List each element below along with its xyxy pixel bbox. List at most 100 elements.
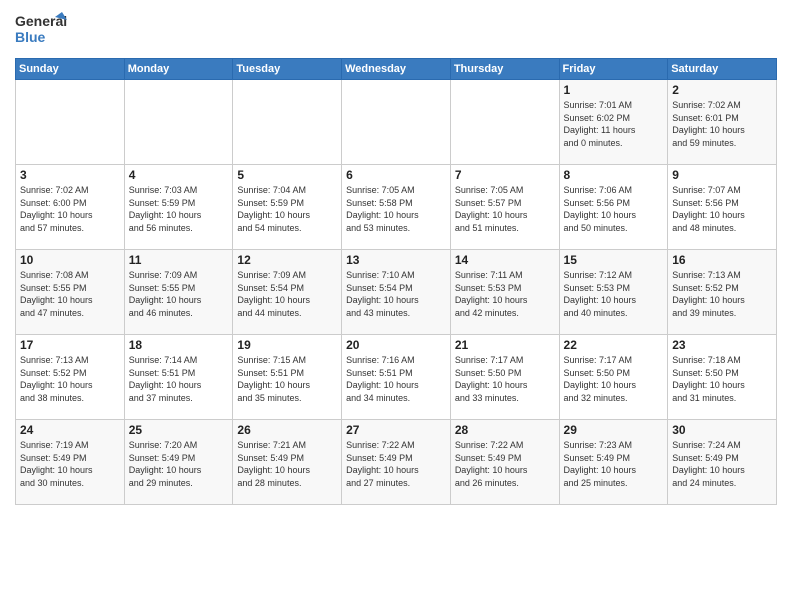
calendar-cell <box>450 80 559 165</box>
day-info: Sunrise: 7:09 AM Sunset: 5:54 PM Dayligh… <box>237 269 337 319</box>
day-number: 27 <box>346 423 446 437</box>
svg-text:Blue: Blue <box>15 29 46 45</box>
calendar-cell: 24Sunrise: 7:19 AM Sunset: 5:49 PM Dayli… <box>16 420 125 505</box>
calendar-week-1: 3 Sunrise: 7:02 AM Sunset: 6:00 PM Daylig… <box>16 165 777 250</box>
calendar-cell: 26Sunrise: 7:21 AM Sunset: 5:49 PM Dayli… <box>233 420 342 505</box>
calendar-cell <box>124 80 233 165</box>
calendar-cell: 8 Sunrise: 7:06 AM Sunset: 5:56 PM Daylig… <box>559 165 668 250</box>
day-number: 22 <box>564 338 664 352</box>
day-number: 13 <box>346 253 446 267</box>
day-info: Sunrise: 7:20 AM Sunset: 5:49 PM Dayligh… <box>129 439 229 489</box>
calendar-cell: 29 Sunrise: 7:23 AM Sunset: 5:49 PM Dayli… <box>559 420 668 505</box>
logo-svg: GeneralBlue <box>15 10 70 50</box>
page: GeneralBlue SundayMondayTuesdayWednesday… <box>0 0 792 612</box>
day-number: 15 <box>564 253 664 267</box>
logo: GeneralBlue <box>15 10 70 50</box>
day-info: Sunrise: 7:05 AM Sunset: 5:57 PM Dayligh… <box>455 184 555 234</box>
day-info: Sunrise: 7:10 AM Sunset: 5:54 PM Dayligh… <box>346 269 446 319</box>
day-info: Sunrise: 7:02 AM Sunset: 6:00 PM Dayligh… <box>20 184 120 234</box>
day-info: Sunrise: 7:07 AM Sunset: 5:56 PM Dayligh… <box>672 184 772 234</box>
day-number: 12 <box>237 253 337 267</box>
day-number: 16 <box>672 253 772 267</box>
day-info: Sunrise: 7:03 AM Sunset: 5:59 PM Dayligh… <box>129 184 229 234</box>
day-number: 21 <box>455 338 555 352</box>
day-info: Sunrise: 7:17 AM Sunset: 5:50 PM Dayligh… <box>455 354 555 404</box>
calendar-cell: 13 Sunrise: 7:10 AM Sunset: 5:54 PM Dayli… <box>342 250 451 335</box>
calendar-cell: 2Sunrise: 7:02 AM Sunset: 6:01 PM Daylig… <box>668 80 777 165</box>
day-number: 5 <box>237 168 337 182</box>
day-number: 8 <box>564 168 664 182</box>
day-info: Sunrise: 7:06 AM Sunset: 5:56 PM Dayligh… <box>564 184 664 234</box>
calendar-cell: 30 Sunrise: 7:24 AM Sunset: 5:49 PM Dayli… <box>668 420 777 505</box>
calendar-cell: 1 Sunrise: 7:01 AM Sunset: 6:02 PM Daylig… <box>559 80 668 165</box>
day-info: Sunrise: 7:08 AM Sunset: 5:55 PM Dayligh… <box>20 269 120 319</box>
calendar-cell: 15 Sunrise: 7:12 AM Sunset: 5:53 PM Dayli… <box>559 250 668 335</box>
day-info: Sunrise: 7:22 AM Sunset: 5:49 PM Dayligh… <box>455 439 555 489</box>
day-info: Sunrise: 7:02 AM Sunset: 6:01 PM Dayligh… <box>672 99 772 149</box>
calendar-cell: 16 Sunrise: 7:13 AM Sunset: 5:52 PM Dayli… <box>668 250 777 335</box>
day-info: Sunrise: 7:13 AM Sunset: 5:52 PM Dayligh… <box>672 269 772 319</box>
day-info: Sunrise: 7:14 AM Sunset: 5:51 PM Dayligh… <box>129 354 229 404</box>
day-number: 28 <box>455 423 555 437</box>
day-number: 1 <box>564 83 664 97</box>
day-number: 26 <box>237 423 337 437</box>
day-number: 23 <box>672 338 772 352</box>
day-info: Sunrise: 7:09 AM Sunset: 5:55 PM Dayligh… <box>129 269 229 319</box>
calendar-cell: 28 Sunrise: 7:22 AM Sunset: 5:49 PM Dayli… <box>450 420 559 505</box>
day-number: 24 <box>20 423 120 437</box>
calendar-cell: 23 Sunrise: 7:18 AM Sunset: 5:50 PM Dayli… <box>668 335 777 420</box>
calendar-week-0: 1 Sunrise: 7:01 AM Sunset: 6:02 PM Daylig… <box>16 80 777 165</box>
calendar-cell <box>342 80 451 165</box>
calendar-cell: 17Sunrise: 7:13 AM Sunset: 5:52 PM Dayli… <box>16 335 125 420</box>
calendar-cell: 9 Sunrise: 7:07 AM Sunset: 5:56 PM Daylig… <box>668 165 777 250</box>
calendar-week-3: 17Sunrise: 7:13 AM Sunset: 5:52 PM Dayli… <box>16 335 777 420</box>
day-number: 6 <box>346 168 446 182</box>
calendar-cell: 21 Sunrise: 7:17 AM Sunset: 5:50 PM Dayli… <box>450 335 559 420</box>
calendar-cell: 11 Sunrise: 7:09 AM Sunset: 5:55 PM Dayli… <box>124 250 233 335</box>
weekday-header-friday: Friday <box>559 59 668 80</box>
day-info: Sunrise: 7:05 AM Sunset: 5:58 PM Dayligh… <box>346 184 446 234</box>
day-info: Sunrise: 7:13 AM Sunset: 5:52 PM Dayligh… <box>20 354 120 404</box>
calendar-cell: 6 Sunrise: 7:05 AM Sunset: 5:58 PM Daylig… <box>342 165 451 250</box>
weekday-header-saturday: Saturday <box>668 59 777 80</box>
day-info: Sunrise: 7:04 AM Sunset: 5:59 PM Dayligh… <box>237 184 337 234</box>
day-number: 20 <box>346 338 446 352</box>
weekday-row: SundayMondayTuesdayWednesdayThursdayFrid… <box>16 59 777 80</box>
calendar-week-2: 10 Sunrise: 7:08 AM Sunset: 5:55 PM Dayli… <box>16 250 777 335</box>
day-info: Sunrise: 7:12 AM Sunset: 5:53 PM Dayligh… <box>564 269 664 319</box>
day-number: 11 <box>129 253 229 267</box>
day-info: Sunrise: 7:01 AM Sunset: 6:02 PM Dayligh… <box>564 99 664 149</box>
calendar-table: SundayMondayTuesdayWednesdayThursdayFrid… <box>15 58 777 505</box>
day-info: Sunrise: 7:22 AM Sunset: 5:49 PM Dayligh… <box>346 439 446 489</box>
calendar-cell: 27 Sunrise: 7:22 AM Sunset: 5:49 PM Dayli… <box>342 420 451 505</box>
day-number: 25 <box>129 423 229 437</box>
calendar-cell <box>233 80 342 165</box>
day-number: 10 <box>20 253 120 267</box>
header: GeneralBlue <box>15 10 777 50</box>
day-number: 9 <box>672 168 772 182</box>
day-info: Sunrise: 7:15 AM Sunset: 5:51 PM Dayligh… <box>237 354 337 404</box>
calendar-cell: 12 Sunrise: 7:09 AM Sunset: 5:54 PM Dayli… <box>233 250 342 335</box>
day-info: Sunrise: 7:17 AM Sunset: 5:50 PM Dayligh… <box>564 354 664 404</box>
day-number: 19 <box>237 338 337 352</box>
calendar-cell: 3 Sunrise: 7:02 AM Sunset: 6:00 PM Daylig… <box>16 165 125 250</box>
day-number: 14 <box>455 253 555 267</box>
weekday-header-thursday: Thursday <box>450 59 559 80</box>
calendar-week-4: 24Sunrise: 7:19 AM Sunset: 5:49 PM Dayli… <box>16 420 777 505</box>
calendar-cell: 4 Sunrise: 7:03 AM Sunset: 5:59 PM Daylig… <box>124 165 233 250</box>
day-number: 29 <box>564 423 664 437</box>
day-info: Sunrise: 7:18 AM Sunset: 5:50 PM Dayligh… <box>672 354 772 404</box>
calendar-cell: 19 Sunrise: 7:15 AM Sunset: 5:51 PM Dayli… <box>233 335 342 420</box>
day-info: Sunrise: 7:24 AM Sunset: 5:49 PM Dayligh… <box>672 439 772 489</box>
calendar-cell: 20Sunrise: 7:16 AM Sunset: 5:51 PM Dayli… <box>342 335 451 420</box>
day-number: 4 <box>129 168 229 182</box>
day-number: 30 <box>672 423 772 437</box>
calendar-cell: 7Sunrise: 7:05 AM Sunset: 5:57 PM Daylig… <box>450 165 559 250</box>
day-number: 3 <box>20 168 120 182</box>
calendar-cell: 14 Sunrise: 7:11 AM Sunset: 5:53 PM Dayli… <box>450 250 559 335</box>
weekday-header-monday: Monday <box>124 59 233 80</box>
weekday-header-sunday: Sunday <box>16 59 125 80</box>
calendar-cell: 10 Sunrise: 7:08 AM Sunset: 5:55 PM Dayli… <box>16 250 125 335</box>
day-info: Sunrise: 7:11 AM Sunset: 5:53 PM Dayligh… <box>455 269 555 319</box>
day-info: Sunrise: 7:23 AM Sunset: 5:49 PM Dayligh… <box>564 439 664 489</box>
